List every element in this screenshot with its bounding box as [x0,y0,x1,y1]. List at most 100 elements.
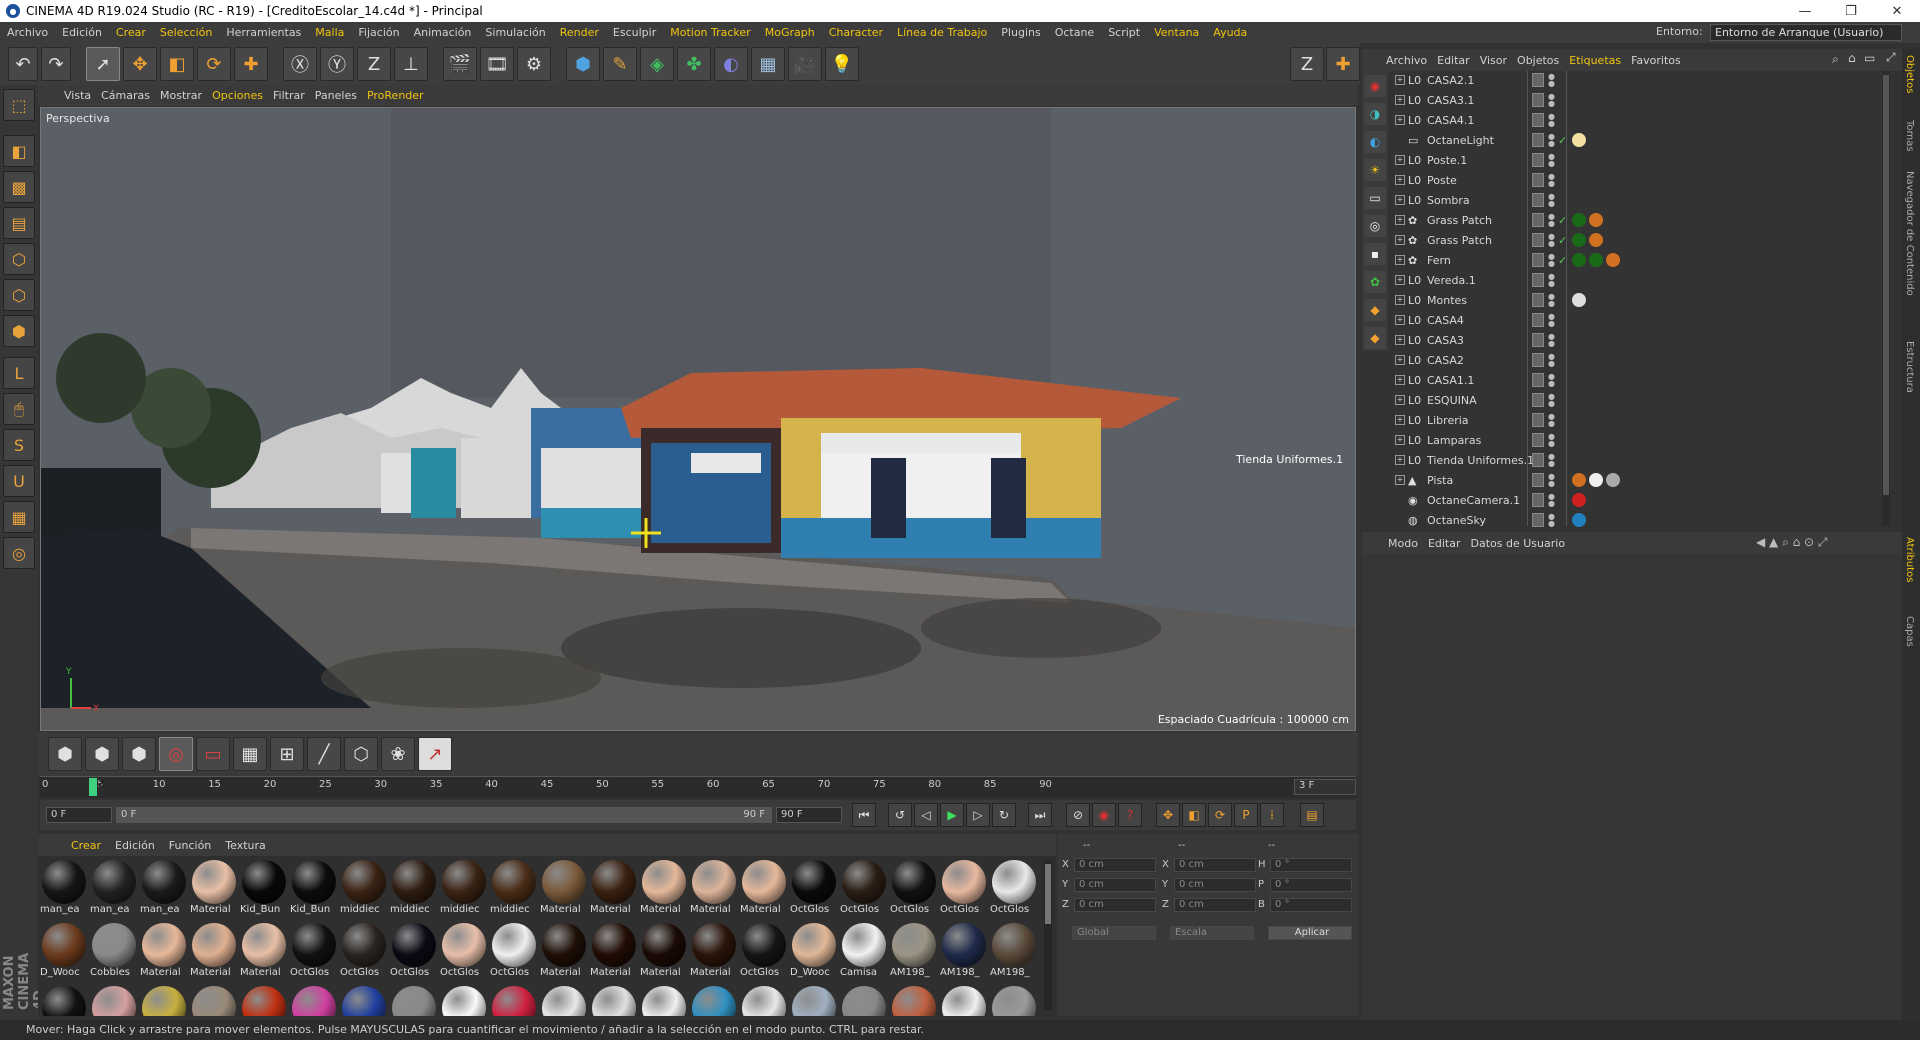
material-swatch[interactable]: OctGlos [890,860,938,920]
material-menu-funci-n[interactable]: Función [162,839,218,852]
polygons-mode-icon[interactable]: ⬢ [3,315,35,347]
expand-icon[interactable]: + [1395,235,1405,245]
start-frame-field[interactable]: 0 F [46,807,112,823]
material-swatch[interactable]: Cobbles [90,923,138,983]
menu-script[interactable]: Script [1101,26,1147,39]
layer-swatch-icon[interactable] [1532,233,1544,247]
attr-menu-editar[interactable]: Editar [1428,537,1471,550]
expand-icon[interactable]: + [1395,215,1405,225]
material-swatch[interactable]: Material [740,860,788,920]
coord-mode-select[interactable]: Global [1072,926,1156,940]
object-row[interactable]: + ✿ Fern ● ● ✓ [1390,251,1884,271]
timeline-window-icon[interactable]: ▤ [1300,803,1324,827]
expand-icon[interactable]: + [1395,455,1405,465]
floor-icon[interactable]: ▦ [751,47,785,81]
key-scale-icon[interactable]: ◧ [1182,803,1206,827]
maximize-button[interactable]: ❐ [1828,0,1874,22]
objects-menu-etiquetas[interactable]: Etiquetas [1569,54,1631,67]
objects-menu-editar[interactable]: Editar [1437,54,1480,67]
z-axis-lock-icon[interactable]: Z [357,47,391,81]
object-tag-icon[interactable] [1572,513,1586,527]
autokey-off-icon[interactable]: ⊘ [1066,803,1090,827]
mat-filter-icon[interactable]: ◆ [1364,299,1386,321]
object-row[interactable]: + L0 Libreria ● ● [1390,411,1884,431]
material-swatch[interactable]: Material [140,923,188,983]
expand-icon[interactable]: + [1395,175,1405,185]
grid-snap-icon[interactable]: ▦ [233,737,267,771]
points-mode-icon[interactable]: ⬡ [3,243,35,275]
menu-herramientas[interactable]: Herramientas [219,26,308,39]
visibility-dots-icon[interactable]: ● ● [1548,113,1555,128]
layer-swatch-icon[interactable] [1532,413,1544,427]
light-icon[interactable]: 💡 [825,47,859,81]
menu-mograph[interactable]: MoGraph [758,26,822,39]
layer-swatch-icon[interactable] [1532,93,1544,107]
material-swatch[interactable]: Material [540,923,588,983]
object-tag-icon[interactable] [1572,293,1586,307]
viewport-menu-opciones[interactable]: Opciones [212,89,273,102]
material-swatch[interactable] [140,986,188,1016]
transform-tool-icon[interactable]: ✚ [234,47,268,81]
edges-mode-icon[interactable]: ⬡ [3,279,35,311]
coord-value-field[interactable]: 0 ° [1270,898,1352,912]
expand-icon[interactable]: + [1395,155,1405,165]
material-swatch[interactable]: AM198_ [890,923,938,983]
layer-swatch-icon[interactable] [1532,273,1544,287]
menu-archivo[interactable]: Archivo [0,26,55,39]
material-swatch[interactable]: OctGlos [840,860,888,920]
menu-malla[interactable]: Malla [308,26,351,39]
material-scrollbar[interactable] [1044,860,1052,1010]
attr-menu-datos-de-usuario[interactable]: Datos de Usuario [1471,537,1576,550]
material-swatch[interactable]: Material [590,860,638,920]
menu-ayuda[interactable]: Ayuda [1206,26,1254,39]
next-frame-icon[interactable]: ▷ [966,803,990,827]
visibility-dots-icon[interactable]: ● ● [1548,373,1555,388]
layer-swatch-icon[interactable] [1532,473,1544,487]
frame-range-slider[interactable]: 0 F 90 F [116,807,772,823]
material-swatch[interactable] [40,986,88,1016]
snap-icon[interactable]: S [3,429,35,461]
object-tag-icon[interactable] [1572,133,1586,147]
cloner-icon[interactable]: ✤ [677,47,711,81]
timeline-ruler[interactable]: 0 5 10 15 20 25 30 35 40 45 50 55 60 65 70 75 80 85 90 3 3 … [40,776,1356,798]
expand-icon[interactable]: + [1395,195,1405,205]
visibility-dots-icon[interactable]: ● ● [1548,333,1555,348]
object-mode-icon[interactable]: ◧ [3,135,35,167]
layer-swatch-icon[interactable] [1532,453,1544,467]
material-swatch[interactable] [90,986,138,1016]
object-row[interactable]: + L0 Lamparas ● ● [1390,431,1884,451]
material-swatch[interactable] [240,986,288,1016]
objects-menu-favoritos[interactable]: Favoritos [1631,54,1691,67]
material-swatch[interactable]: Material [690,860,738,920]
material-swatch[interactable]: Kid_Bun [290,860,338,920]
move-tool-icon[interactable]: ✥ [123,47,157,81]
workplane-lock-icon[interactable]: ▦ [3,501,35,533]
solo-icon[interactable]: ◎ [3,537,35,569]
expand-panel-icon[interactable]: ⤢ [1886,50,1896,65]
key-pla-icon[interactable]: ⁞ [1260,803,1284,827]
material-menu-crear[interactable]: Crear [64,839,108,852]
material-swatch[interactable]: OctGlos [390,923,438,983]
export-icon[interactable]: ↗ [418,737,452,771]
mat2-filter-icon[interactable]: ◆ [1364,327,1386,349]
material-swatch[interactable]: Material [590,923,638,983]
record-select-icon[interactable]: ◎ [159,737,193,771]
layer-swatch-icon[interactable] [1532,193,1544,207]
menu-crear[interactable]: Crear [109,26,153,39]
visibility-dots-icon[interactable]: ● ● [1548,453,1555,468]
side-tab-navegador-de-contenido[interactable]: Navegador de Contenido [1904,171,1915,296]
model-mode-icon[interactable]: ⬚ [3,89,35,121]
material-swatch[interactable] [540,986,588,1016]
expand-icon[interactable]: + [1395,315,1405,325]
coord-scale-select[interactable]: Escala [1170,926,1254,940]
material-swatch[interactable] [690,986,738,1016]
layer-swatch-icon[interactable] [1532,173,1544,187]
layer-swatch-icon[interactable] [1532,293,1544,307]
object-row[interactable]: + ✿ Grass Patch ● ● ✓ [1390,231,1884,251]
expand-icon[interactable]: + [1395,115,1405,125]
menu-motion-tracker[interactable]: Motion Tracker [663,26,757,39]
x-axis-lock-icon[interactable]: Ⓧ [283,47,317,81]
material-swatch[interactable] [490,986,538,1016]
coord-value-field[interactable]: 0 cm [1074,858,1156,872]
object-tag-icon[interactable] [1572,233,1586,247]
